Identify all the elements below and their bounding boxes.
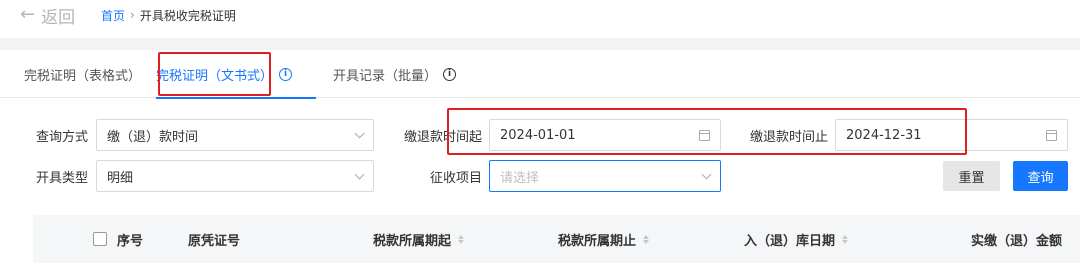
- column-storage-date[interactable]: 入（退）库日期: [744, 215, 849, 263]
- sort-icon[interactable]: [643, 234, 650, 244]
- tab-label: 开具记录（批量）: [333, 68, 438, 84]
- query-method-value: 缴（退）款时间: [107, 129, 199, 145]
- query-button[interactable]: 查询: [1013, 161, 1068, 191]
- top-bar: ← 返回 首页 › 开具税收完税证明: [0, 0, 1080, 38]
- column-header-label: 原凭证号: [188, 233, 241, 249]
- column-header-label: 序号: [117, 233, 144, 249]
- arrow-left-icon: ←: [20, 4, 36, 25]
- back-button[interactable]: ← 返回: [20, 4, 76, 28]
- tab-issue-records-batch[interactable]: 开具记录（批量） i: [333, 50, 457, 98]
- end-date-label: 缴退款时间止: [749, 129, 828, 145]
- column-actual-amount: 实缴（退）金额: [971, 215, 1062, 263]
- calendar-icon: [699, 129, 710, 141]
- levy-item-label: 征收项目: [429, 170, 482, 186]
- info-icon[interactable]: i: [443, 67, 457, 81]
- column-header-label: 实缴（退）金额: [971, 233, 1063, 249]
- levy-item-placeholder: 请选择: [500, 170, 540, 186]
- breadcrumb-current: 开具税收完税证明: [139, 8, 236, 23]
- tab-bar: 完税证明（表格式） 完税证明（文书式） i 开具记录（批量） i: [0, 50, 1080, 99]
- tab-tax-certificate-document[interactable]: 完税证明（文书式） i: [156, 50, 316, 99]
- tab-label: 完税证明（文书式）: [156, 68, 274, 84]
- end-date-picker[interactable]: 2024-12-31: [835, 119, 1068, 151]
- calendar-icon: [1046, 129, 1057, 141]
- end-date-value: 2024-12-31: [846, 127, 922, 143]
- column-header-label: 税款所属期起: [373, 233, 452, 249]
- sort-icon[interactable]: [458, 234, 465, 244]
- breadcrumb: 首页 › 开具税收完税证明: [101, 5, 236, 25]
- select-all-checkbox[interactable]: [93, 232, 107, 246]
- query-method-select[interactable]: 缴（退）款时间: [96, 119, 374, 151]
- tab-tax-certificate-table[interactable]: 完税证明（表格式）: [24, 50, 141, 98]
- issue-type-label: 开具类型: [35, 170, 88, 186]
- table-header: 序号 原凭证号 税款所属期起 税款所属期止 入（退）库日期 实缴（退）金额: [33, 215, 1080, 263]
- query-method-label: 查询方式: [35, 129, 88, 145]
- column-index: 序号: [93, 215, 143, 263]
- reset-button[interactable]: 重置: [943, 161, 1000, 191]
- column-period-end[interactable]: 税款所属期止: [558, 215, 650, 263]
- column-header-label: 税款所属期止: [558, 233, 637, 249]
- column-period-start[interactable]: 税款所属期起: [373, 215, 465, 263]
- column-header-label: 入（退）库日期: [744, 233, 836, 249]
- tab-label: 完税证明（表格式）: [24, 68, 142, 84]
- start-date-label: 缴退款时间起: [403, 129, 482, 145]
- chevron-down-icon: [354, 128, 365, 138]
- sort-icon[interactable]: [842, 234, 849, 244]
- levy-item-select[interactable]: 请选择: [489, 160, 721, 192]
- start-date-value: 2024-01-01: [500, 127, 576, 143]
- issue-type-value: 明细: [107, 170, 134, 186]
- info-icon[interactable]: i: [279, 67, 293, 81]
- section-divider: [0, 38, 1080, 50]
- issue-type-select[interactable]: 明细: [96, 160, 374, 192]
- start-date-picker[interactable]: 2024-01-01: [489, 119, 721, 151]
- chevron-down-icon: [701, 169, 712, 179]
- breadcrumb-home[interactable]: 首页: [101, 7, 125, 24]
- column-original-voucher: 原凭证号: [188, 215, 240, 263]
- chevron-down-icon: [354, 169, 365, 179]
- chevron-right-icon: ›: [130, 8, 135, 22]
- back-label: 返回: [41, 7, 76, 28]
